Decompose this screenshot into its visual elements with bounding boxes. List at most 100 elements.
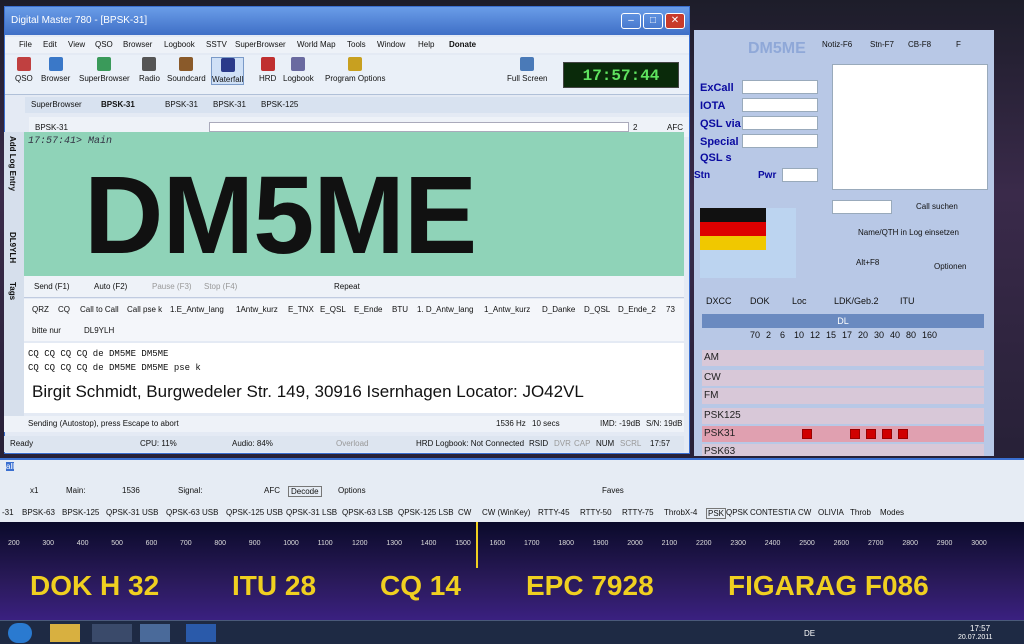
tuning-slider[interactable]: [209, 122, 629, 132]
call-suchen-button[interactable]: Call suchen: [916, 202, 958, 211]
notes-area[interactable]: [832, 64, 988, 190]
alt-f8-button[interactable]: Alt+F8: [856, 258, 879, 267]
start-button[interactable]: [8, 623, 32, 643]
tuning-marker[interactable]: [476, 522, 478, 568]
macro-e-ende[interactable]: E_Ende: [354, 305, 382, 314]
macro-e-qsl[interactable]: E_QSL: [320, 305, 346, 314]
pause-button[interactable]: Pause (F3): [152, 282, 192, 291]
tool-qso[interactable]: QSO: [15, 57, 33, 83]
tab-bpsk31-active[interactable]: BPSK-31: [101, 100, 135, 109]
ham-taskbar-icon[interactable]: [140, 624, 170, 642]
macro-bar-2: bitte nur DL9YLH: [24, 321, 684, 341]
name-qth-button[interactable]: Name/QTH in Log einsetzen: [858, 228, 959, 237]
close-button[interactable]: ✕: [665, 13, 685, 29]
macro-d-qsl[interactable]: D_QSL: [584, 305, 610, 314]
macro-antw-kurz[interactable]: 1Antw_kurz: [236, 305, 278, 314]
menu-sstv[interactable]: SSTV: [206, 40, 227, 49]
macro-d-antw-lang[interactable]: 1. D_Antw_lang: [417, 305, 473, 314]
menu-file[interactable]: File: [19, 40, 32, 49]
menu-browser[interactable]: Browser: [123, 40, 152, 49]
app-taskbar-icon[interactable]: [92, 624, 132, 642]
iota-field[interactable]: [742, 98, 818, 112]
afc-label[interactable]: AFC: [667, 123, 683, 132]
add-log-entry-tab[interactable]: Add Log Entry: [8, 136, 17, 191]
minimize-button[interactable]: –: [621, 13, 641, 29]
tool-browser[interactable]: Browser: [41, 57, 70, 83]
tool-superbrowser[interactable]: SuperBrowser: [79, 57, 130, 83]
freq-value[interactable]: 1536: [122, 486, 140, 495]
tray-clock[interactable]: 17:57: [970, 624, 990, 633]
qsl-via-field[interactable]: [742, 116, 818, 130]
tab-itu[interactable]: ITU: [900, 296, 915, 306]
macro-call-pse-k[interactable]: Call pse k: [127, 305, 162, 314]
tool-radio[interactable]: Radio: [139, 57, 160, 83]
rx-callsign: DM5ME: [84, 154, 477, 277]
lower-afc[interactable]: AFC: [264, 486, 280, 495]
tab-bpsk31-2[interactable]: BPSK-31: [165, 100, 198, 109]
tab-bpsk125[interactable]: BPSK-125: [261, 100, 298, 109]
menu-donate[interactable]: Donate: [449, 40, 476, 49]
macro-antw-kurz-2[interactable]: 1_Antw_kurz: [484, 305, 530, 314]
macro-btu[interactable]: BTU: [392, 305, 408, 314]
faves-button[interactable]: Faves: [602, 486, 624, 495]
search-call-field[interactable]: [832, 200, 892, 214]
tool-waterfall[interactable]: Waterfall: [211, 57, 245, 85]
menu-view[interactable]: View: [68, 40, 85, 49]
macro-cq[interactable]: CQ: [58, 305, 70, 314]
tab-dok[interactable]: DOK: [750, 296, 770, 306]
special-field[interactable]: [742, 134, 818, 148]
decode-button[interactable]: Decode: [288, 486, 322, 497]
zoom-x1[interactable]: x1: [30, 486, 38, 495]
macro-e-antw-lang[interactable]: 1.E_Antw_lang: [170, 305, 224, 314]
label-iota: IOTA: [700, 100, 726, 112]
tool-logbook[interactable]: Logbook: [283, 57, 314, 83]
macro-d-ende-2[interactable]: D_Ende_2: [618, 305, 656, 314]
excall-field[interactable]: [742, 80, 818, 94]
tray-date: 20.07.2011: [958, 634, 993, 641]
explorer-taskbar-icon[interactable]: [50, 624, 80, 642]
options-button[interactable]: Options: [338, 486, 366, 495]
tags-tab[interactable]: Tags: [8, 282, 17, 300]
menu-edit[interactable]: Edit: [43, 40, 57, 49]
repeat-button[interactable]: Repeat: [334, 282, 360, 291]
tab-cb[interactable]: CB-F8: [908, 40, 931, 49]
tab-notiz[interactable]: Notiz-F6: [822, 40, 852, 49]
tab-bpsk31-3[interactable]: BPSK-31: [213, 100, 246, 109]
stop-button[interactable]: Stop (F4): [204, 282, 237, 291]
mode-select[interactable]: BPSK-31: [35, 123, 68, 132]
optionen-button[interactable]: Optionen: [934, 262, 966, 271]
status-secs: 10 secs: [532, 419, 560, 428]
tool-fullscreen[interactable]: Full Screen: [507, 57, 547, 83]
language-indicator[interactable]: DE: [804, 629, 815, 638]
tab-loc[interactable]: Loc: [792, 296, 807, 306]
macro-d-danke[interactable]: D_Danke: [542, 305, 575, 314]
menu-qso[interactable]: QSO: [95, 40, 113, 49]
tab-stn[interactable]: Stn-F7: [870, 40, 894, 49]
auto-button[interactable]: Auto (F2): [94, 282, 127, 291]
menu-worldmap[interactable]: World Map: [297, 40, 336, 49]
dl9ylh-tab[interactable]: DL9YLH: [8, 232, 17, 263]
pwr-field[interactable]: [782, 168, 818, 182]
send-button[interactable]: Send (F1): [34, 282, 70, 291]
menu-window[interactable]: Window: [377, 40, 405, 49]
menu-superbrowser[interactable]: SuperBrowser: [235, 40, 286, 49]
macro-e-tnx[interactable]: E_TNX: [288, 305, 314, 314]
tab-f[interactable]: F: [956, 40, 961, 49]
word-taskbar-icon[interactable]: [186, 624, 216, 642]
macro-qrz[interactable]: QRZ: [32, 305, 49, 314]
tab-superbrowser[interactable]: SuperBrowser: [31, 100, 82, 109]
macro-call-to-call[interactable]: Call to Call: [80, 305, 119, 314]
tool-hrd[interactable]: HRD: [259, 57, 276, 83]
macro-73[interactable]: 73: [666, 305, 675, 314]
menu-tools[interactable]: Tools: [347, 40, 366, 49]
maximize-button[interactable]: □: [643, 13, 663, 29]
tool-program-options[interactable]: Program Options: [325, 57, 385, 83]
tab-dxcc[interactable]: DXCC: [706, 296, 732, 306]
transmit-panel[interactable]: CQ CQ CQ CQ de DM5ME DM5ME CQ CQ CQ CQ d…: [24, 343, 684, 413]
tool-soundcard[interactable]: Soundcard: [167, 57, 206, 83]
menu-help[interactable]: Help: [418, 40, 434, 49]
macro-dl9ylh[interactable]: DL9YLH: [84, 326, 114, 335]
menu-logbook[interactable]: Logbook: [164, 40, 195, 49]
macro-bitte-nur[interactable]: bitte nur: [32, 326, 61, 335]
tab-ldk[interactable]: LDK/Geb.2: [834, 296, 879, 306]
